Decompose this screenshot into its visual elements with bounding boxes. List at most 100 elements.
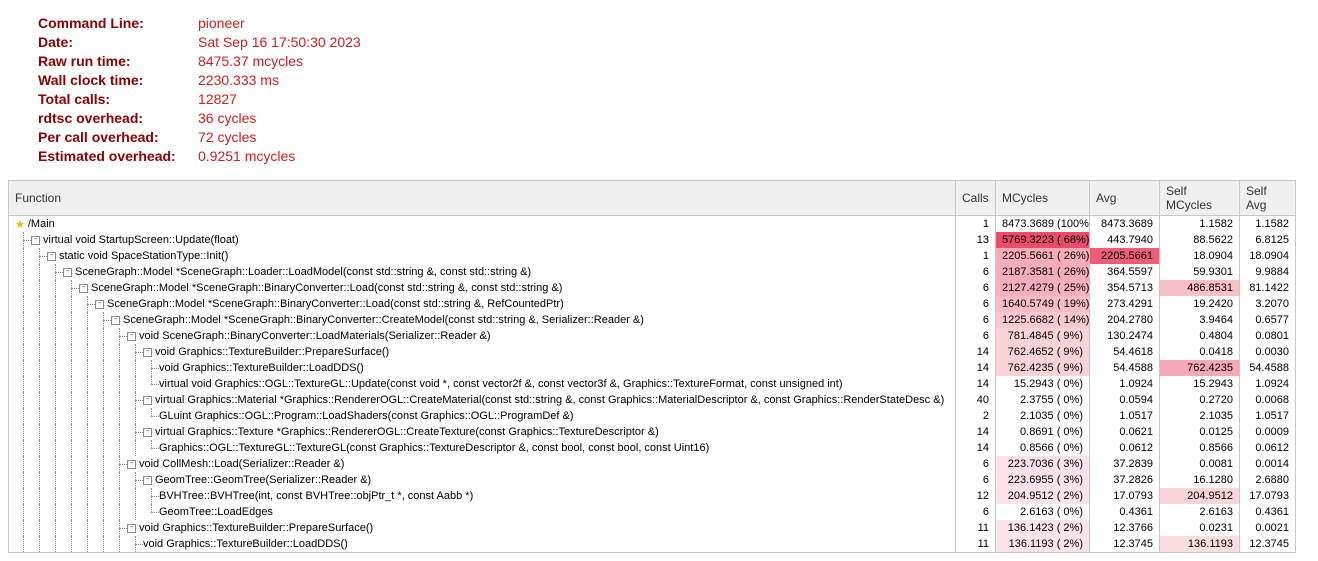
cell-function[interactable]: static void SpaceStationType::Init() [9, 248, 956, 264]
cell-mcycles: 136.1423 ( 2%) [996, 520, 1090, 536]
table-row[interactable]: void Graphics::TextureBuilder::PrepareSu… [9, 520, 1296, 536]
cell-function[interactable]: void Graphics::TextureBuilder::PrepareSu… [9, 520, 956, 536]
cell-calls: 1 [956, 248, 996, 264]
cell-self-mcycles: 2.1035 [1160, 408, 1240, 424]
cell-function[interactable]: void CollMesh::Load(Serializer::Reader &… [9, 456, 956, 472]
cell-function[interactable]: BVHTree::BVHTree(int, const BVHTree::obj… [9, 488, 956, 504]
table-row[interactable]: BVHTree::BVHTree(int, const BVHTree::obj… [9, 488, 1296, 504]
function-name: SceneGraph::Model *SceneGraph::Loader::L… [75, 266, 531, 278]
cell-self-avg: 1.1582 [1240, 216, 1296, 233]
tree-toggle-icon[interactable] [47, 252, 56, 261]
table-row[interactable]: virtual void Graphics::OGL::TextureGL::U… [9, 376, 1296, 392]
cell-self-mcycles: 15.2943 [1160, 376, 1240, 392]
header-row: Total calls:12827 [38, 90, 1288, 109]
table-row[interactable]: SceneGraph::Model *SceneGraph::BinaryCon… [9, 312, 1296, 328]
cell-self-avg: 6.8125 [1240, 232, 1296, 248]
header-row: Command Line:pioneer [38, 14, 1288, 33]
cell-self-mcycles: 16.1280 [1160, 472, 1240, 488]
cell-self-avg: 0.0021 [1240, 520, 1296, 536]
table-row[interactable]: void Graphics::TextureBuilder::LoadDDS()… [9, 536, 1296, 553]
tree-toggle-icon[interactable] [79, 284, 88, 293]
cell-function[interactable]: void SceneGraph::BinaryConverter::LoadMa… [9, 328, 956, 344]
cell-self-mcycles: 0.0418 [1160, 344, 1240, 360]
table-row[interactable]: SceneGraph::Model *SceneGraph::BinaryCon… [9, 296, 1296, 312]
cell-function[interactable]: SceneGraph::Model *SceneGraph::Loader::L… [9, 264, 956, 280]
cell-function[interactable]: ★/Main [9, 216, 956, 233]
table-row[interactable]: GeomTree::LoadEdges62.6163 ( 0%)0.43612.… [9, 504, 1296, 520]
tree-toggle-icon[interactable] [143, 348, 152, 357]
col-avg[interactable]: Avg [1090, 181, 1160, 216]
cell-calls: 6 [956, 264, 996, 280]
cell-function[interactable]: void Graphics::TextureBuilder::PrepareSu… [9, 344, 956, 360]
header-label: Wall clock time: [38, 71, 198, 90]
header-label: Estimated overhead: [38, 147, 198, 166]
header-value: 36 cycles [198, 109, 256, 128]
col-mcycles[interactable]: MCycles [996, 181, 1090, 216]
col-self-mcycles[interactable]: Self MCycles [1160, 181, 1240, 216]
cell-self-mcycles: 486.8531 [1160, 280, 1240, 296]
tree-toggle-icon[interactable] [143, 396, 152, 405]
tree-toggle-icon[interactable] [127, 332, 136, 341]
tree-toggle-icon[interactable] [143, 476, 152, 485]
cell-function[interactable]: virtual void Graphics::OGL::TextureGL::U… [9, 376, 956, 392]
tree-toggle-icon[interactable] [127, 524, 136, 533]
tree-toggle-icon[interactable] [95, 300, 104, 309]
cell-mcycles: 15.2943 ( 0%) [996, 376, 1090, 392]
header-label: Command Line: [38, 14, 198, 33]
col-self-avg[interactable]: Self Avg [1240, 181, 1296, 216]
cell-function[interactable]: SceneGraph::Model *SceneGraph::BinaryCon… [9, 312, 956, 328]
cell-mcycles: 781.4845 ( 9%) [996, 328, 1090, 344]
cell-function[interactable]: GeomTree::LoadEdges [9, 504, 956, 520]
col-function[interactable]: Function [9, 181, 956, 216]
cell-function[interactable]: void Graphics::TextureBuilder::LoadDDS() [9, 360, 956, 376]
table-row[interactable]: void Graphics::TextureBuilder::PrepareSu… [9, 344, 1296, 360]
tree-toggle-icon[interactable] [143, 428, 152, 437]
function-name: void Graphics::TextureBuilder::LoadDDS() [159, 362, 364, 374]
tree-toggle-icon[interactable] [127, 460, 136, 469]
cell-function[interactable]: SceneGraph::Model *SceneGraph::BinaryCon… [9, 280, 956, 296]
table-row[interactable]: virtual Graphics::Texture *Graphics::Ren… [9, 424, 1296, 440]
cell-avg: 354.5713 [1090, 280, 1160, 296]
table-row[interactable]: static void SpaceStationType::Init()1220… [9, 248, 1296, 264]
cell-function[interactable]: virtual void StartupScreen::Update(float… [9, 232, 956, 248]
table-row[interactable]: void SceneGraph::BinaryConverter::LoadMa… [9, 328, 1296, 344]
table-row[interactable]: virtual void StartupScreen::Update(float… [9, 232, 1296, 248]
table-row[interactable]: virtual Graphics::Material *Graphics::Re… [9, 392, 1296, 408]
table-row[interactable]: void CollMesh::Load(Serializer::Reader &… [9, 456, 1296, 472]
cell-self-avg: 0.0801 [1240, 328, 1296, 344]
cell-mcycles: 223.6955 ( 3%) [996, 472, 1090, 488]
table-row[interactable]: void Graphics::TextureBuilder::LoadDDS()… [9, 360, 1296, 376]
cell-avg: 130.2474 [1090, 328, 1160, 344]
col-calls[interactable]: Calls [956, 181, 996, 216]
cell-self-avg: 0.0030 [1240, 344, 1296, 360]
cell-function[interactable]: virtual Graphics::Texture *Graphics::Ren… [9, 424, 956, 440]
cell-avg: 364.5597 [1090, 264, 1160, 280]
cell-function[interactable]: SceneGraph::Model *SceneGraph::BinaryCon… [9, 296, 956, 312]
cell-mcycles: 2187.3581 ( 26%) [996, 264, 1090, 280]
table-row[interactable]: GLuint Graphics::OGL::Program::LoadShade… [9, 408, 1296, 424]
star-icon: ★ [15, 218, 25, 231]
tree-toggle-icon[interactable] [63, 268, 72, 277]
cell-self-avg: 9.9884 [1240, 264, 1296, 280]
cell-self-mcycles: 19.2420 [1160, 296, 1240, 312]
tree-toggle-icon[interactable] [111, 316, 120, 325]
cell-avg: 1.0924 [1090, 376, 1160, 392]
tree-toggle-icon[interactable] [31, 236, 40, 245]
cell-mcycles: 2127.4279 ( 25%) [996, 280, 1090, 296]
table-row[interactable]: ★/Main18473.3689 (100%)8473.36891.15821.… [9, 216, 1296, 233]
cell-avg: 0.4361 [1090, 504, 1160, 520]
table-row[interactable]: GeomTree::GeomTree(Serializer::Reader &)… [9, 472, 1296, 488]
function-name: virtual Graphics::Material *Graphics::Re… [155, 394, 944, 406]
function-name: BVHTree::BVHTree(int, const BVHTree::obj… [159, 490, 473, 502]
header-value: 72 cycles [198, 128, 256, 147]
cell-function[interactable]: GeomTree::GeomTree(Serializer::Reader &) [9, 472, 956, 488]
cell-function[interactable]: virtual Graphics::Material *Graphics::Re… [9, 392, 956, 408]
cell-function[interactable]: Graphics::OGL::TextureGL::TextureGL(cons… [9, 440, 956, 456]
cell-function[interactable]: void Graphics::TextureBuilder::LoadDDS() [9, 536, 956, 553]
table-row[interactable]: SceneGraph::Model *SceneGraph::BinaryCon… [9, 280, 1296, 296]
table-row[interactable]: SceneGraph::Model *SceneGraph::Loader::L… [9, 264, 1296, 280]
table-row[interactable]: Graphics::OGL::TextureGL::TextureGL(cons… [9, 440, 1296, 456]
cell-function[interactable]: GLuint Graphics::OGL::Program::LoadShade… [9, 408, 956, 424]
header-label: Per call overhead: [38, 128, 198, 147]
cell-calls: 2 [956, 408, 996, 424]
